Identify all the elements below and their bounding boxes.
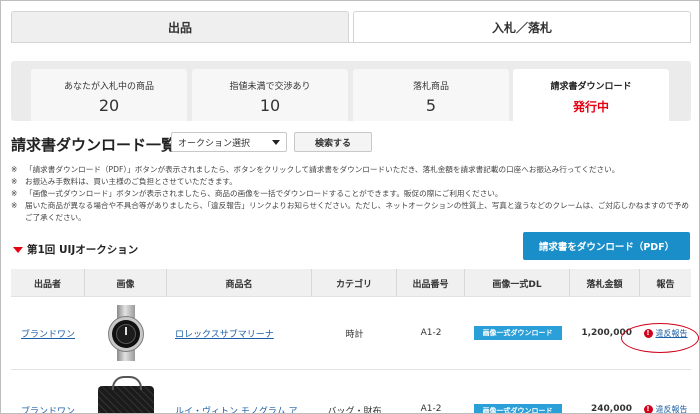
col-header-image: 画像 — [85, 269, 167, 297]
product-image-bag[interactable] — [98, 376, 154, 413]
status-card-won[interactable]: 落札商品 5 — [353, 69, 509, 121]
note-mark: ※ — [11, 201, 18, 210]
auction-select[interactable]: オークション選択 — [171, 132, 287, 152]
note-item: ※ 届いた商品が異なる場合や不具合等がありましたら、「違反報告」リンクよりお知ら… — [11, 200, 691, 224]
price-cell: 240,000 — [591, 404, 632, 414]
table-row: ブランドワン ルイ・ヴィトン モノグラム ア バッグ・財布 A1-2 画像一式ダ… — [11, 370, 691, 414]
col-header-report: 報告 — [656, 279, 675, 290]
notes-list: ※ 「請求書ダウンロード（PDF）」ボタンが表示されましたら、ボタンをクリックし… — [11, 164, 691, 224]
report-link-group[interactable]: ! 違反報告 — [643, 404, 688, 413]
category-cell: 時計 — [345, 329, 364, 340]
col-header-category: カテゴリ — [312, 269, 397, 297]
col-header-seller: 出品者 — [11, 269, 85, 297]
note-text: 「請求書ダウンロード（PDF）」ボタンが表示されましたら、ボタンをクリックして請… — [25, 165, 620, 174]
status-label: 請求書ダウンロード — [550, 82, 632, 92]
highlight-circle — [621, 323, 699, 353]
status-badge: 発行中 — [572, 100, 609, 114]
image-set-download-button[interactable]: 画像一式ダウンロード — [473, 326, 562, 340]
lot-number-cell: A1-2 — [420, 404, 442, 414]
status-card-negotiation[interactable]: 指値未満で交渉あり 10 — [192, 69, 348, 121]
status-count: 20 — [98, 96, 120, 115]
product-image-watch[interactable] — [104, 305, 148, 361]
image-dl-cell: 画像一式ダウンロード — [465, 370, 570, 413]
tab-bid-win[interactable]: 入札／落札 — [353, 11, 691, 43]
table-row: ブランドワン ロレックスサブマリーナ 時計 A1-2 画像一式ダウンロード 1,… — [11, 297, 691, 370]
note-mark: ※ — [11, 177, 18, 186]
status-label: 指値未満で交渉あり — [229, 82, 311, 92]
status-count: 10 — [259, 96, 281, 115]
seller-cell: ブランドワン — [11, 297, 85, 369]
page-title: 請求書ダウンロード一覧 — [11, 136, 177, 154]
seller-link[interactable]: ブランドワン — [21, 327, 75, 340]
status-card-bidding[interactable]: あなたが入札中の商品 20 — [31, 69, 187, 121]
note-item: ※ お振込み手数料は、買い主様のご負担とさせていただきます。 — [11, 176, 691, 188]
top-tabs: 出品 入札／落札 — [11, 11, 691, 43]
note-item: ※ 「画像一式ダウンロード」ボタンが表示されましたら、商品の画像を一括でダウンロ… — [11, 188, 691, 200]
status-count: 5 — [425, 96, 437, 115]
violation-report-link[interactable]: 違反報告 — [656, 404, 688, 413]
note-item: ※ 「請求書ダウンロード（PDF）」ボタンが表示されましたら、ボタンをクリックし… — [11, 164, 691, 176]
status-label: あなたが入札中の商品 — [63, 82, 154, 92]
lot-number-cell: A1-2 — [420, 328, 442, 338]
status-card-invoice[interactable]: 請求書ダウンロード 発行中 — [513, 69, 669, 121]
invoice-table: 出品者 画像 商品名 カテゴリ 出品番号 画像一式DL 落札金額 報告 ブランド… — [11, 269, 691, 414]
col-header-name: 商品名 — [167, 269, 312, 297]
invoice-download-page: 出品 入札／落札 あなたが入札中の商品 20 指値未満で交渉あり 10 落札商品… — [0, 0, 700, 414]
table-header: 出品者 画像 商品名 カテゴリ 出品番号 画像一式DL 落札金額 報告 — [11, 269, 691, 297]
image-cell — [85, 370, 167, 413]
seller-cell: ブランドワン — [11, 370, 85, 413]
image-set-download-button[interactable]: 画像一式ダウンロード — [473, 404, 562, 413]
col-header-price: 落札金額 — [570, 269, 640, 297]
name-cell: ルイ・ヴィトン モノグラム ア — [167, 370, 312, 413]
tab-divider — [11, 42, 691, 43]
auction-select-value: オークション選択 — [178, 138, 251, 149]
status-label: 落札商品 — [412, 82, 449, 92]
image-dl-cell: 画像一式ダウンロード — [465, 297, 570, 369]
note-text: 「画像一式ダウンロード」ボタンが表示されましたら、商品の画像を一括でダウンロード… — [25, 189, 503, 198]
download-invoice-pdf-button[interactable]: 請求書をダウンロード（PDF） — [523, 232, 690, 260]
status-panel: あなたが入札中の商品 20 指値未満で交渉あり 10 落札商品 5 請求書ダウン… — [11, 61, 691, 121]
alert-icon: ! — [643, 405, 653, 413]
search-button[interactable]: 検索する — [294, 132, 372, 152]
product-name-link[interactable]: ロレックスサブマリーナ — [175, 327, 274, 340]
chevron-down-icon — [272, 140, 280, 145]
note-text: お振込み手数料は、買い主様のご負担とさせていただきます。 — [25, 177, 237, 186]
tab-listing[interactable]: 出品 — [11, 11, 349, 43]
name-cell: ロレックスサブマリーナ — [167, 297, 312, 369]
auction-title: 第1回 UIJオークション — [27, 244, 139, 256]
report-cell: ! 違反報告 — [640, 370, 691, 413]
col-header-image-dl: 画像一式DL — [465, 269, 570, 297]
caret-down-icon — [13, 247, 23, 253]
note-mark: ※ — [11, 189, 18, 198]
category-cell: バッグ・財布 — [327, 407, 382, 414]
product-name-link[interactable]: ルイ・ヴィトン モノグラム ア — [175, 404, 297, 413]
seller-link[interactable]: ブランドワン — [21, 404, 75, 413]
image-cell — [85, 297, 167, 369]
note-mark: ※ — [11, 165, 18, 174]
col-header-lot: 出品番号 — [397, 269, 465, 297]
note-text: 届いた商品が異なる場合や不具合等がありましたら、「違反報告」リンクよりお知らせく… — [25, 201, 689, 222]
